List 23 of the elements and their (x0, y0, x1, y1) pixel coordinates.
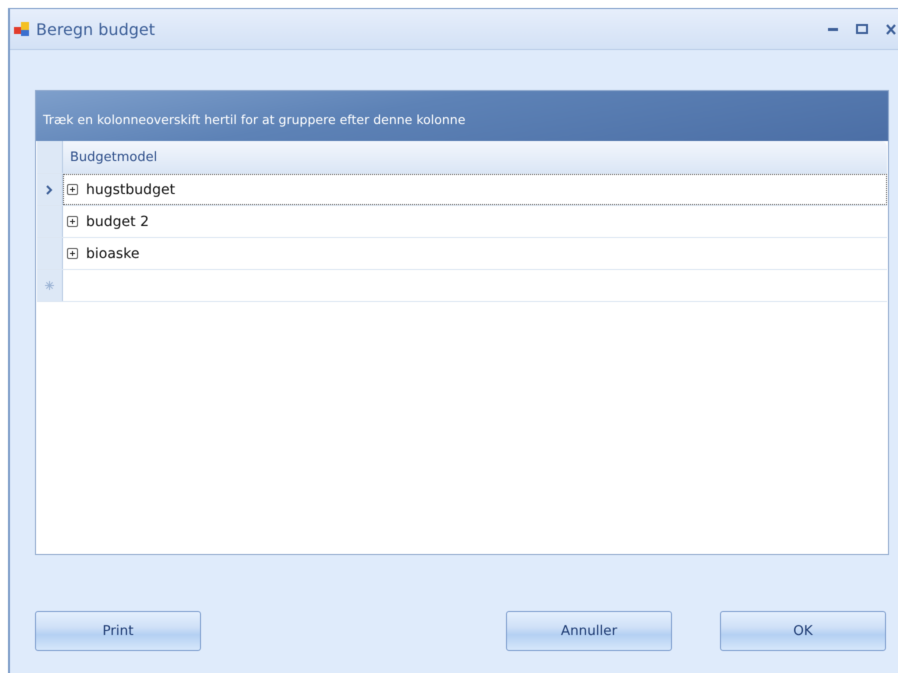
table-row[interactable]: hugstbudget (63, 174, 887, 205)
app-icon (14, 21, 30, 37)
maximize-icon[interactable] (856, 24, 868, 34)
window-title: Beregn budget (36, 20, 156, 38)
current-row-icon (46, 184, 53, 194)
expand-icon[interactable] (67, 184, 78, 195)
new-row-icon (45, 281, 54, 290)
table-row[interactable]: budget 2 (63, 206, 887, 237)
minimize-icon[interactable] (828, 28, 838, 30)
table-row[interactable]: bioaske (63, 238, 887, 269)
group-hint: Træk en kolonneoverskift hertil for at gruppere efter denne kolonne (43, 112, 466, 127)
close-icon[interactable] (886, 24, 896, 34)
column-title: Budgetmodel (70, 150, 158, 164)
expand-icon[interactable] (67, 248, 78, 259)
row-label: budget 2 (86, 214, 149, 230)
dialog-button[interactable]: Print (35, 611, 201, 651)
dialog-button[interactable]: OK (720, 611, 886, 651)
dialog-button[interactable]: Annuller (506, 611, 672, 651)
row-label: bioaske (86, 246, 140, 262)
column-header[interactable]: Budgetmodel (63, 141, 887, 173)
expand-icon[interactable] (67, 216, 78, 227)
row-label: hugstbudget (86, 182, 176, 198)
row-indicator[interactable] (37, 174, 63, 205)
